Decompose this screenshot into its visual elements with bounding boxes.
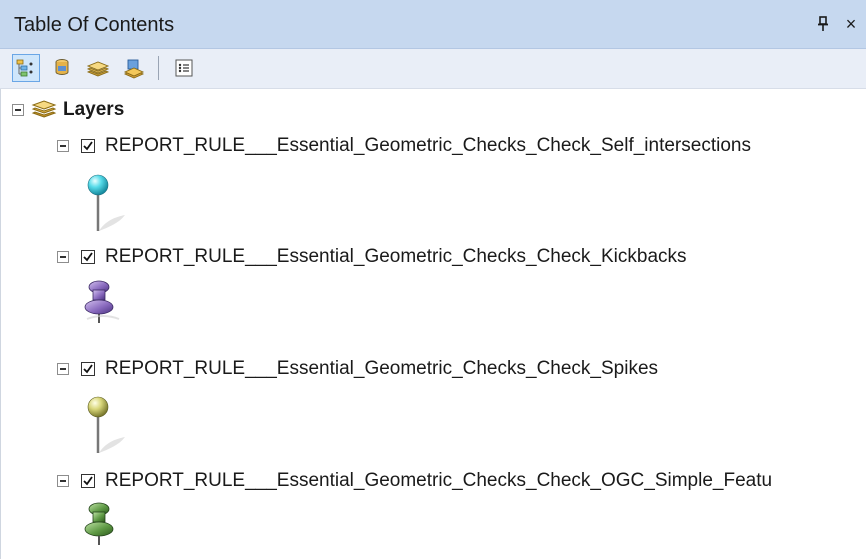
options-list-icon	[175, 59, 193, 77]
toolbar	[0, 49, 866, 89]
layer-2-visibility-checkbox[interactable]	[81, 250, 95, 264]
layer-3-visibility-checkbox[interactable]	[81, 362, 95, 376]
list-by-drawing-order-button[interactable]	[12, 54, 40, 82]
list-by-visibility-button[interactable]	[84, 54, 112, 82]
purple-push-pin-icon	[84, 280, 120, 323]
window-controls: ×	[814, 14, 860, 34]
green-push-pin-icon	[84, 502, 114, 545]
pin-icon[interactable]	[814, 14, 832, 34]
list-by-source-button[interactable]	[48, 54, 76, 82]
layer-4-visibility-checkbox[interactable]	[81, 474, 95, 488]
layer-1-label[interactable]: REPORT_RULE___Essential_Geometric_Checks…	[105, 135, 751, 157]
database-icon	[55, 59, 69, 75]
layer-1-visibility-checkbox[interactable]	[81, 139, 95, 153]
title-bar: Table Of Contents ×	[0, 0, 866, 49]
selection-layer-icon	[123, 59, 145, 79]
layers-stack-icon	[86, 61, 110, 77]
layer-4-label[interactable]: REPORT_RULE___Essential_Geometric_Checks…	[105, 470, 772, 492]
table-of-contents-panel: Table Of Contents × Layers REPORT_RULE__…	[0, 0, 866, 559]
layer-3-label[interactable]: REPORT_RULE___Essential_Geometric_Checks…	[105, 358, 658, 380]
layer-4-collapse-toggle[interactable]	[57, 475, 69, 487]
panel-title: Table Of Contents	[14, 14, 175, 36]
yellow-map-pin-icon	[87, 396, 125, 453]
layers-collapse-toggle[interactable]	[12, 104, 24, 116]
layers-stack-icon	[31, 100, 57, 118]
list-by-selection-button[interactable]	[120, 54, 148, 82]
layer-1-collapse-toggle[interactable]	[57, 140, 69, 152]
layer-tree: Layers REPORT_RULE___Essential_Geometric…	[0, 89, 866, 559]
layer-2-collapse-toggle[interactable]	[57, 251, 69, 263]
list-drawing-order-icon	[16, 59, 33, 77]
options-button[interactable]	[170, 54, 198, 82]
cyan-map-pin-icon	[87, 174, 125, 231]
toolbar-separator	[158, 56, 159, 80]
layer-2-label[interactable]: REPORT_RULE___Essential_Geometric_Checks…	[105, 246, 687, 268]
layers-root-label[interactable]: Layers	[63, 99, 124, 121]
close-icon[interactable]: ×	[842, 14, 860, 34]
layer-3-collapse-toggle[interactable]	[57, 363, 69, 375]
